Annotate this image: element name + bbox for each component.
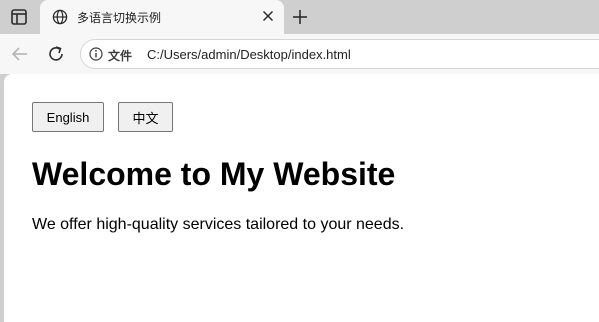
tab-title: 多语言切换示例: [77, 11, 162, 25]
address-bar[interactable]: 文件 C:/Users/admin/Desktop/index.html: [80, 39, 599, 69]
page-heading: Welcome to My Website: [32, 156, 396, 192]
browser-tab[interactable]: 多语言切换示例: [40, 0, 284, 34]
tab-strip: 多语言切换示例: [0, 0, 599, 34]
browser-toolbar: 文件 C:/Users/admin/Desktop/index.html: [0, 34, 599, 74]
address-scheme-label: 文件: [108, 49, 133, 63]
info-icon[interactable]: [89, 47, 103, 61]
page-viewport: English 中文 Welcome to My Website We offe…: [4, 74, 599, 322]
plus-icon[interactable]: [291, 8, 309, 26]
browser-window: 多语言切换示例 文件 C:/Users/admin/Desktop/index.…: [0, 0, 599, 322]
english-button[interactable]: English: [32, 102, 104, 132]
back-arrow-icon[interactable]: [10, 44, 30, 64]
reload-icon[interactable]: [46, 44, 66, 64]
page-description: We offer high-quality services tailored …: [32, 216, 405, 233]
sidebar-icon[interactable]: [10, 8, 28, 26]
chinese-button[interactable]: 中文: [118, 102, 173, 132]
close-icon[interactable]: [262, 10, 274, 22]
globe-icon: [52, 9, 68, 25]
address-url[interactable]: C:/Users/admin/Desktop/index.html: [147, 47, 351, 62]
